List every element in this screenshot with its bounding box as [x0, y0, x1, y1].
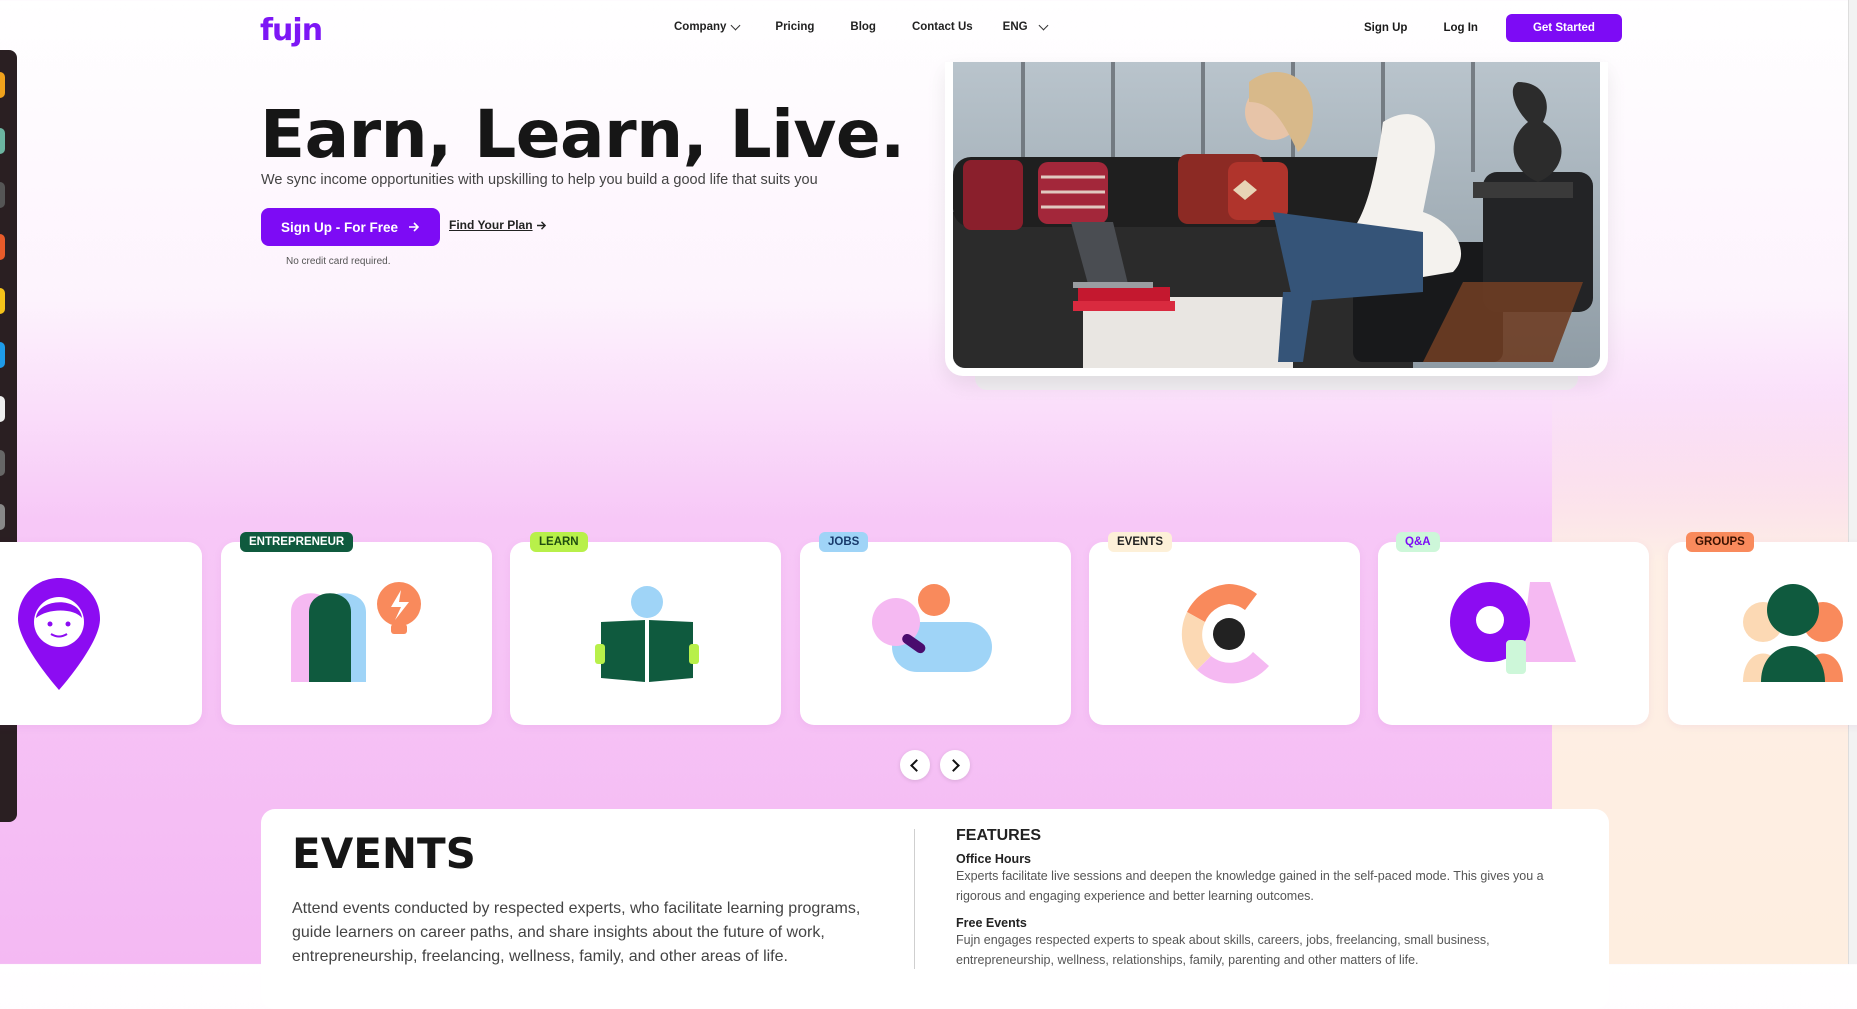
chevron-down-icon: [730, 20, 741, 30]
dock-app-icon[interactable]: [0, 288, 5, 314]
language-label: ENG: [1002, 21, 1028, 33]
entrepreneur-idea-icon: [291, 582, 421, 682]
profile-pin-icon: [18, 578, 100, 690]
feature-body: Experts facilitate live sessions and dee…: [956, 869, 1544, 903]
carousel-prev-button[interactable]: [900, 750, 930, 780]
hero-subtitle: We sync income opportunities with upskil…: [261, 172, 818, 188]
features-heading: FEATURES: [956, 827, 1042, 844]
auth-actions: Sign Up Log In Get Started: [1364, 14, 1622, 42]
sign-up-free-label: Sign Up - For Free: [281, 219, 399, 235]
badge-learn: LEARN: [530, 532, 588, 552]
badge-jobs: JOBS: [819, 532, 869, 552]
hero-photo-card: [945, 62, 1608, 376]
features-list: FEATURES Office Hours Experts facilitate…: [956, 827, 1576, 970]
hero-title: Earn, Learn, Live.: [260, 96, 905, 173]
dock-app-icon[interactable]: [0, 234, 5, 260]
nav-contact[interactable]: Contact Us: [912, 21, 973, 33]
dock-app-icon[interactable]: [0, 182, 5, 208]
category-card[interactable]: [221, 542, 492, 725]
job-search-icon: [872, 584, 992, 672]
events-ring-icon: [1181, 584, 1269, 684]
badge-qa: Q&A: [1396, 532, 1440, 552]
arrow-right-icon: [409, 222, 420, 232]
carousel-controls: [900, 750, 970, 780]
category-card[interactable]: [1089, 542, 1360, 725]
no-credit-card-note: No credit card required.: [286, 256, 391, 267]
main-nav: Company Pricing Blog Contact Us ENG: [674, 20, 1049, 33]
scrollbar[interactable]: [1848, 0, 1857, 964]
site-header: fujn Company Pricing Blog Contact Us ENG…: [0, 0, 1857, 62]
log-in-link[interactable]: Log In: [1443, 22, 1478, 34]
dock-app-icon[interactable]: [0, 396, 5, 422]
events-title: EVENTS: [292, 829, 476, 878]
badge-entrepreneur: ENTREPRENEUR: [240, 532, 354, 552]
groups-people-icon: [1743, 584, 1843, 682]
arrow-right-icon: [536, 220, 546, 230]
dock-app-icon[interactable]: [0, 342, 5, 368]
badge-events: EVENTS: [1108, 532, 1173, 552]
chevron-left-icon: [910, 758, 923, 772]
dock-app-icon[interactable]: [0, 128, 5, 154]
nav-blog[interactable]: Blog: [850, 21, 876, 33]
nav-blog-label: Blog: [850, 21, 876, 33]
nav-contact-label: Contact Us: [911, 21, 973, 33]
category-card[interactable]: [510, 542, 781, 725]
dock-app-icon[interactable]: [0, 504, 5, 530]
category-card[interactable]: [1668, 542, 1857, 725]
sign-up-link[interactable]: Sign Up: [1364, 22, 1407, 34]
feature-title: Office Hours: [956, 852, 1032, 866]
category-card[interactable]: [1378, 542, 1649, 725]
badge-groups: GROUPS: [1686, 532, 1754, 552]
dock-app-icon[interactable]: [0, 450, 5, 476]
feature-body: Fujn engages respected experts to speak …: [956, 933, 1490, 967]
get-started-button[interactable]: Get Started: [1505, 14, 1622, 42]
nav-pricing-label: Pricing: [775, 21, 815, 33]
events-description: Attend events conducted by respected exp…: [292, 900, 861, 965]
chevron-right-icon: [947, 758, 960, 772]
section-divider: [914, 829, 915, 969]
nav-pricing[interactable]: Pricing: [775, 21, 814, 33]
category-card[interactable]: [800, 542, 1071, 725]
open-book-icon: [595, 586, 699, 682]
fujn-logo[interactable]: fujn: [260, 13, 323, 48]
nav-company[interactable]: Company: [674, 20, 741, 33]
chevron-down-icon: [1038, 20, 1049, 30]
feature-title: Free Events: [956, 916, 1027, 930]
sign-up-free-button[interactable]: Sign Up - For Free: [261, 208, 441, 246]
find-your-plan-label: Find Your Plan: [449, 218, 533, 232]
nav-company-label: Company: [674, 21, 727, 33]
category-card[interactable]: [0, 542, 202, 725]
hero-photo: [953, 62, 1600, 368]
language-select[interactable]: ENG: [1002, 20, 1049, 33]
carousel-next-button[interactable]: [940, 750, 970, 780]
find-your-plan-link[interactable]: Find Your Plan: [449, 218, 547, 232]
dock-app-icon[interactable]: [0, 72, 5, 98]
qa-shapes-icon: [1450, 582, 1576, 674]
events-section: EVENTS Attend events conducted by respec…: [261, 809, 1609, 1009]
